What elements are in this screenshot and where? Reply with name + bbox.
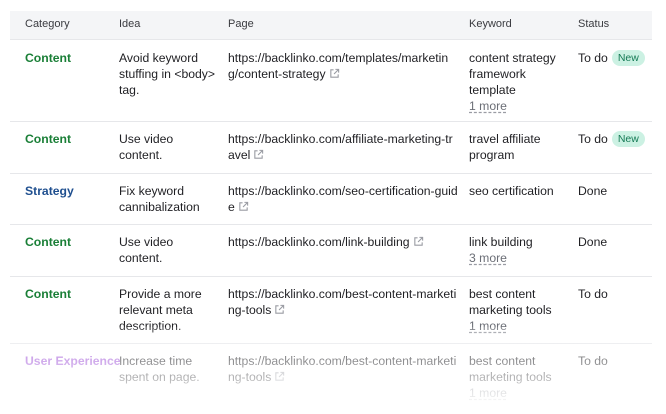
category-label: Content xyxy=(25,132,72,146)
category-label: Content xyxy=(25,51,72,65)
page-link[interactable]: https://backlinko.com/seo-certification-… xyxy=(228,183,458,215)
page-url[interactable]: https://backlinko.com/best-content-marke… xyxy=(228,354,456,384)
category-label: Content xyxy=(25,287,72,301)
status-text: Done xyxy=(578,184,608,198)
tasks-table: Category Idea Page Keyword Status Conten… xyxy=(10,11,652,414)
keyword-text: content strategy framework template xyxy=(469,51,556,97)
page-link[interactable]: https://backlinko.com/affiliate-marketin… xyxy=(228,131,458,163)
page-url[interactable]: https://backlinko.com/best-content-marke… xyxy=(228,287,456,317)
keyword-text: seo certification xyxy=(469,184,554,198)
external-link-icon[interactable] xyxy=(238,201,249,212)
more-keywords-link[interactable]: 1 more xyxy=(469,385,569,401)
external-link-icon[interactable] xyxy=(413,236,424,247)
status-text: Done xyxy=(578,235,608,249)
idea-text: Use video content. xyxy=(119,235,174,265)
idea-text: Avoid keyword stuffing in <body> tag. xyxy=(119,51,215,97)
idea-text: Increase time spent on page. xyxy=(119,354,200,384)
keyword-cell: travel affiliate program xyxy=(469,131,569,163)
table-row[interactable]: Content Use video content. https://backl… xyxy=(10,122,652,174)
table-row[interactable]: Content Provide a more relevant meta des… xyxy=(10,277,652,344)
table-row[interactable]: Strategy Fix keyword cannibalization htt… xyxy=(10,174,652,225)
external-link-icon[interactable] xyxy=(274,371,285,382)
category-label: Strategy xyxy=(25,184,74,198)
new-badge: New xyxy=(611,50,645,66)
status-text: To do xyxy=(578,354,608,368)
status-text: To do xyxy=(578,132,608,146)
keyword-text: travel affiliate program xyxy=(469,132,541,162)
more-keywords-link[interactable]: 1 more xyxy=(469,98,569,114)
table-row[interactable]: Content Use video content. https://backl… xyxy=(10,225,652,277)
new-badge: New xyxy=(611,131,645,147)
keyword-cell: seo certification xyxy=(469,183,569,199)
status-cell: Done xyxy=(578,183,607,199)
more-keywords-link[interactable]: 1 more xyxy=(469,318,569,334)
status-cell: To do New xyxy=(578,50,645,66)
keyword-text: link building xyxy=(469,235,533,249)
column-header-status[interactable]: Status xyxy=(578,18,609,30)
column-header-category[interactable]: Category xyxy=(25,18,70,30)
keyword-cell: best content marketing tools 1 more xyxy=(469,353,569,401)
status-cell: Done xyxy=(578,234,607,250)
page-url[interactable]: https://backlinko.com/link-building xyxy=(228,235,410,249)
page-link[interactable]: https://backlinko.com/best-content-marke… xyxy=(228,286,458,318)
column-header-idea[interactable]: Idea xyxy=(119,18,140,30)
keyword-text: best content marketing tools xyxy=(469,287,552,317)
keyword-text: best content marketing tools xyxy=(469,354,552,384)
table-header: Category Idea Page Keyword Status xyxy=(10,11,652,40)
idea-text: Fix keyword cannibalization xyxy=(119,184,200,214)
status-text: To do xyxy=(578,287,608,301)
page-link[interactable]: https://backlinko.com/best-content-marke… xyxy=(228,353,458,385)
external-link-icon[interactable] xyxy=(274,304,285,315)
page-link[interactable]: https://backlinko.com/templates/marketin… xyxy=(228,50,458,82)
external-link-icon[interactable] xyxy=(253,149,264,160)
status-cell: To do xyxy=(578,353,608,369)
status-cell: To do xyxy=(578,286,608,302)
page-link[interactable]: https://backlinko.com/link-building xyxy=(228,234,458,250)
category-label: User Experience xyxy=(25,354,121,368)
keyword-cell: link building 3 more xyxy=(469,234,569,266)
keyword-cell: content strategy framework template 1 mor… xyxy=(469,50,569,114)
column-header-page[interactable]: Page xyxy=(228,18,254,30)
table-row[interactable]: User Experience Increase time spent on p… xyxy=(10,344,652,414)
keyword-cell: best content marketing tools 1 more xyxy=(469,286,569,334)
table-row[interactable]: Content Avoid keyword stuffing in <body>… xyxy=(10,40,652,122)
column-header-keyword[interactable]: Keyword xyxy=(469,18,512,30)
status-text: To do xyxy=(578,51,608,65)
idea-text: Provide a more relevant meta description… xyxy=(119,287,202,333)
category-label: Content xyxy=(25,235,72,249)
idea-text: Use video content. xyxy=(119,132,174,162)
more-keywords-link[interactable]: 3 more xyxy=(469,250,569,266)
status-cell: To do New xyxy=(578,131,645,147)
page-url[interactable]: https://backlinko.com/seo-certification-… xyxy=(228,184,458,214)
external-link-icon[interactable] xyxy=(329,68,340,79)
